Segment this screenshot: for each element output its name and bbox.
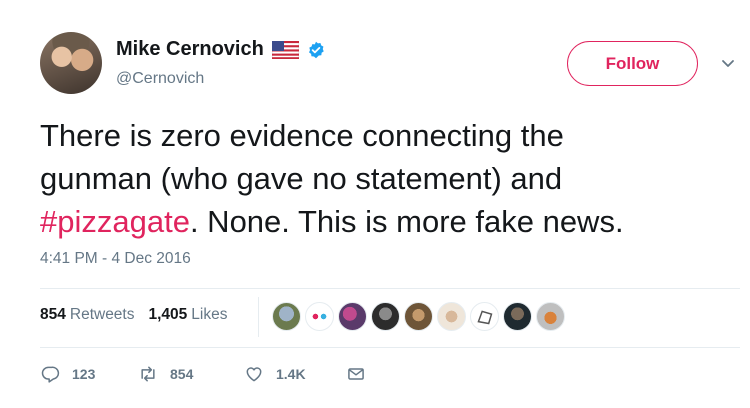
tweet-text-line: There is zero evidence connecting the — [40, 118, 564, 153]
tweet-actions: 123 854 1.4K — [40, 364, 366, 384]
hashtag-link[interactable]: #pizzagate — [40, 204, 190, 239]
likes-count: 1,405 — [148, 306, 188, 323]
likes-stat[interactable]: 1,405 Likes — [149, 306, 228, 324]
tweet-text-line: #pizzagate. None. This is more fake news… — [40, 200, 730, 243]
retweet-action[interactable]: 854 — [138, 364, 244, 384]
tweet-stats: 854 Retweets 1,405 Likes — [40, 306, 227, 324]
reply-icon — [41, 366, 60, 383]
tweet-text-line: gunman (who gave no statement) and — [40, 161, 563, 196]
verified-badge-icon — [307, 41, 325, 59]
tweet-text-fragment: . None. This is more fake news. — [189, 204, 624, 239]
us-flag-icon — [271, 40, 300, 59]
author-name-row: Mike Cernovich — [116, 38, 325, 61]
stats-separator — [258, 297, 259, 337]
reply-count: 123 — [72, 366, 96, 382]
author-handle[interactable]: @Cernovich — [116, 70, 204, 88]
retweets-count: 854 — [40, 306, 66, 323]
direct-message-action[interactable] — [346, 364, 366, 384]
liker-avatar[interactable] — [503, 302, 532, 331]
follow-button[interactable]: Follow — [567, 41, 698, 86]
heart-icon — [246, 367, 262, 382]
author-display-name[interactable]: Mike Cernovich — [116, 38, 264, 61]
liker-avatar[interactable] — [404, 302, 433, 331]
retweets-label: Retweets — [69, 306, 135, 323]
reply-action[interactable]: 123 — [40, 364, 138, 384]
liker-avatar[interactable] — [338, 302, 367, 331]
retweet-badge-icon — [477, 310, 493, 325]
retweet-count: 854 — [170, 366, 194, 382]
envelope-icon — [348, 368, 364, 380]
tweet-text: There is zero evidence connecting the gu… — [40, 114, 730, 243]
retweet-icon — [141, 366, 155, 382]
liker-avatar[interactable] — [470, 302, 499, 331]
divider — [40, 347, 740, 348]
like-count: 1.4K — [276, 366, 306, 382]
likes-label: Likes — [191, 306, 228, 323]
liker-avatar[interactable] — [536, 302, 565, 331]
liker-avatar[interactable] — [371, 302, 400, 331]
chevron-down-icon[interactable] — [720, 55, 736, 71]
author-avatar[interactable] — [40, 32, 102, 94]
liker-avatar[interactable] — [305, 302, 334, 331]
liker-avatar[interactable] — [272, 302, 301, 331]
divider — [40, 288, 740, 289]
liker-avatar[interactable] — [437, 302, 466, 331]
like-action[interactable]: 1.4K — [244, 364, 346, 384]
tweet-timestamp[interactable]: 4:41 PM - 4 Dec 2016 — [40, 250, 191, 268]
liker-avatars — [272, 302, 565, 331]
retweets-stat[interactable]: 854 Retweets — [40, 306, 135, 324]
